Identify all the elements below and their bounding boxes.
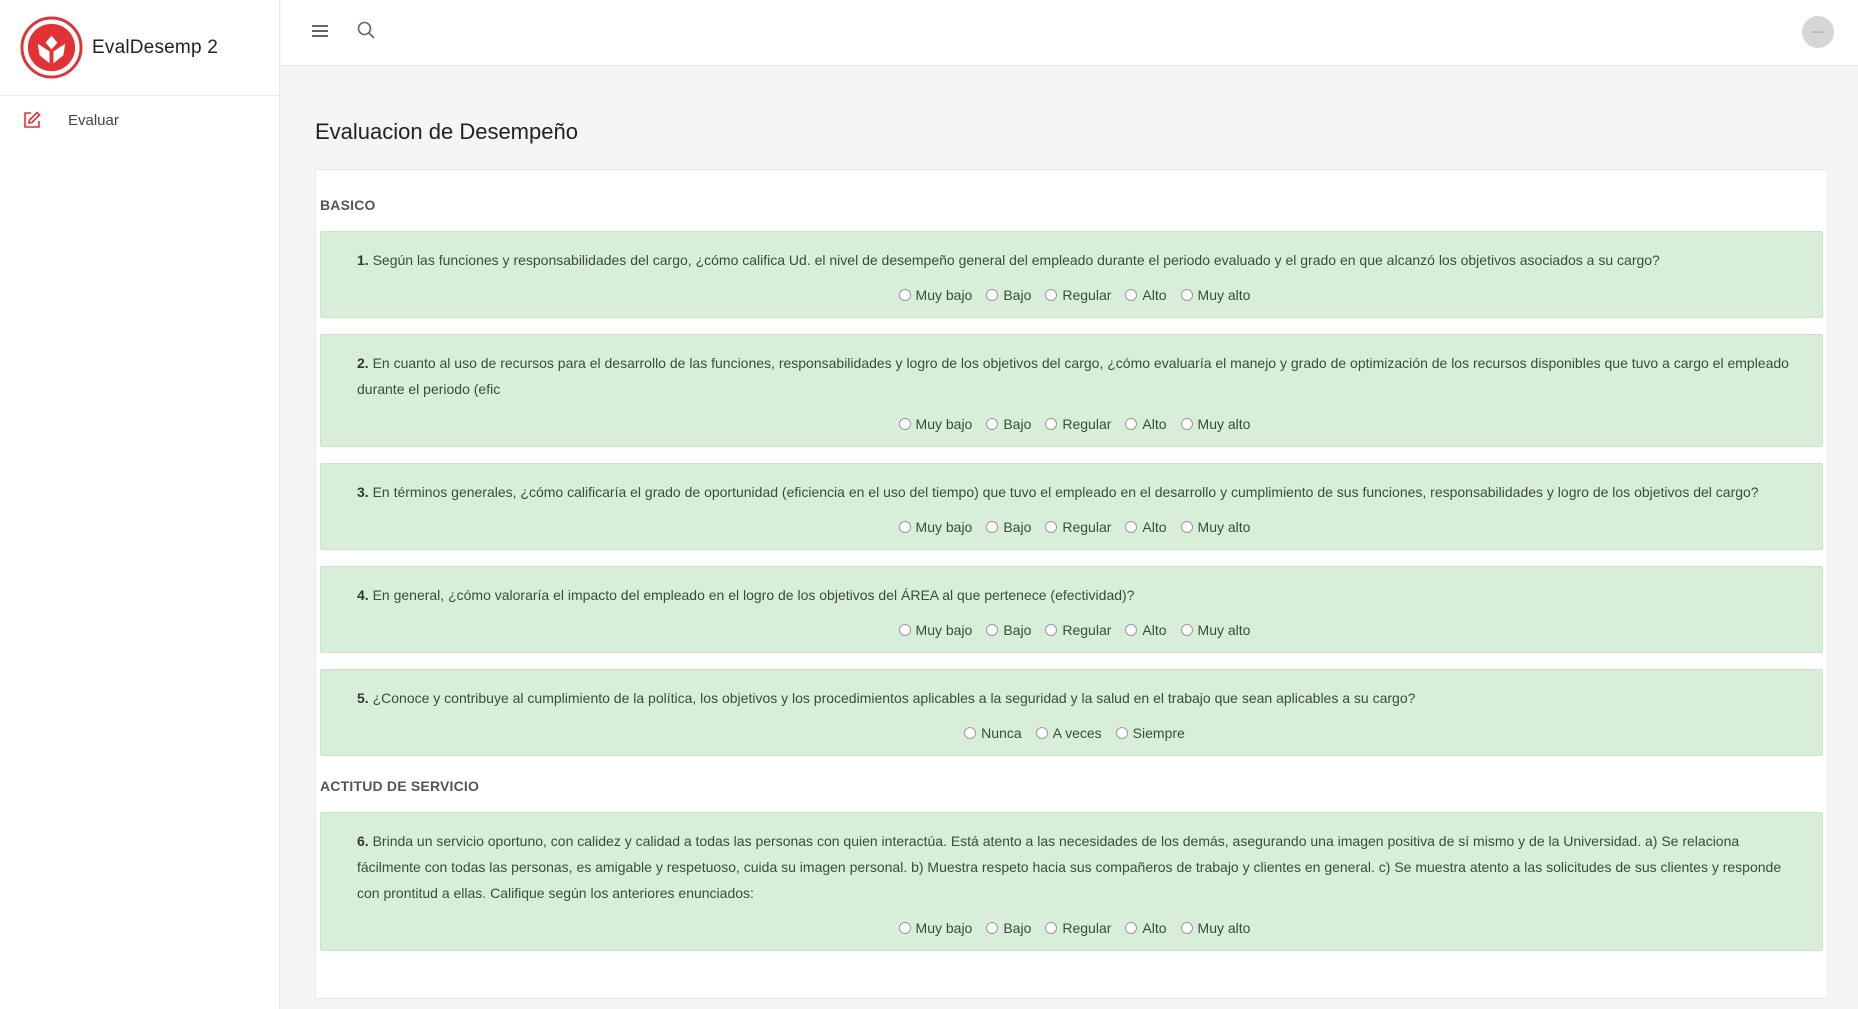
radio-option[interactable]: Regular [1045, 519, 1111, 535]
question-card: 4. En general, ¿cómo valoraría el impact… [320, 566, 1823, 653]
rating-options: Muy bajo Bajo Regular Alto Muy alto [357, 283, 1792, 307]
radio-option[interactable]: Muy bajo [898, 622, 972, 638]
radio-button[interactable] [1125, 624, 1138, 636]
radio-button[interactable] [986, 418, 999, 430]
radio-button[interactable] [1125, 922, 1138, 934]
radio-button[interactable] [986, 624, 999, 636]
radio-button[interactable] [1180, 521, 1193, 533]
radio-option[interactable]: Muy alto [1180, 920, 1250, 936]
brand[interactable]: EvalDesemp 2 [0, 0, 279, 96]
hamburger-icon[interactable] [309, 20, 331, 42]
radio-button[interactable] [1125, 418, 1138, 430]
rating-options: Muy bajo Bajo Regular Alto Muy alto [357, 515, 1792, 539]
radio-button[interactable] [898, 521, 911, 533]
radio-button[interactable] [898, 418, 911, 430]
question-text: En términos generales, ¿cómo calificaría… [372, 484, 1759, 500]
radio-option[interactable]: Bajo [986, 287, 1031, 303]
radio-button[interactable] [1125, 289, 1138, 301]
app-logo-icon [20, 16, 83, 79]
radio-button[interactable] [1035, 727, 1048, 739]
radio-option[interactable]: Bajo [986, 519, 1031, 535]
radio-button[interactable] [898, 922, 911, 934]
sidebar-item-label: Evaluar [68, 111, 119, 129]
frequency-options: Nunca A veces Siempre [357, 721, 1792, 745]
question-text: Según las funciones y responsabilidades … [372, 252, 1660, 268]
question-text: Brinda un servicio oportuno, con calidez… [357, 833, 1782, 901]
radio-button[interactable] [1045, 624, 1058, 636]
question-number: 6. [357, 833, 369, 849]
radio-button[interactable] [1180, 289, 1193, 301]
radio-button[interactable] [898, 624, 911, 636]
rating-options: Muy bajo Bajo Regular Alto Muy alto [357, 618, 1792, 642]
radio-option[interactable]: Bajo [986, 622, 1031, 638]
radio-option[interactable]: Regular [1045, 622, 1111, 638]
question-card: 2. En cuanto al uso de recursos para el … [320, 334, 1823, 447]
radio-option[interactable]: Nunca [964, 725, 1022, 741]
sidebar: EvalDesemp 2 Evaluar [0, 0, 280, 1009]
section-title: ACTITUD DE SERVICIO [320, 778, 480, 794]
question-number: 1. [357, 252, 369, 268]
radio-button[interactable] [1115, 727, 1128, 739]
search-icon[interactable] [355, 19, 377, 41]
main-content: Evaluacion de Desempeño BASICO 1. Según … [281, 67, 1858, 1009]
radio-option[interactable]: Regular [1045, 920, 1111, 936]
app-name: EvalDesemp 2 [92, 36, 218, 58]
avatar[interactable]: --- [1802, 16, 1834, 48]
question-card: 1. Según las funciones y responsabilidad… [320, 231, 1823, 318]
radio-button[interactable] [964, 727, 977, 739]
radio-option[interactable]: Bajo [986, 416, 1031, 432]
radio-option[interactable]: Muy bajo [898, 920, 972, 936]
radio-option[interactable]: Alto [1125, 920, 1167, 936]
radio-option[interactable]: Alto [1125, 287, 1167, 303]
sidebar-nav: Evaluar [0, 96, 279, 144]
radio-option[interactable]: Muy alto [1180, 519, 1250, 535]
question-number: 3. [357, 484, 369, 500]
question-number: 2. [357, 355, 369, 371]
section-title: BASICO [320, 197, 376, 213]
question-text: En general, ¿cómo valoraría el impacto d… [372, 587, 1135, 603]
radio-button[interactable] [986, 289, 999, 301]
radio-option[interactable]: Muy bajo [898, 287, 972, 303]
question-card: 5. ¿Conoce y contribuye al cumplimiento … [320, 669, 1823, 756]
radio-button[interactable] [1180, 922, 1193, 934]
radio-option[interactable]: Regular [1045, 416, 1111, 432]
radio-option[interactable]: Muy bajo [898, 416, 972, 432]
question-card: 3. En términos generales, ¿cómo califica… [320, 463, 1823, 550]
page-title: Evaluacion de Desempeño [315, 119, 578, 144]
radio-option[interactable]: Bajo [986, 920, 1031, 936]
radio-option[interactable]: Alto [1125, 622, 1167, 638]
radio-button[interactable] [1180, 418, 1193, 430]
radio-option[interactable]: Muy alto [1180, 622, 1250, 638]
question-number: 4. [357, 587, 369, 603]
question-number: 5. [357, 690, 369, 706]
edit-icon [22, 110, 42, 130]
radio-option[interactable]: A veces [1035, 725, 1102, 741]
radio-button[interactable] [1045, 922, 1058, 934]
topbar: --- [281, 0, 1858, 66]
radio-option[interactable]: Siempre [1115, 725, 1185, 741]
question-text: ¿Conoce y contribuye al cumplimiento de … [372, 690, 1416, 706]
radio-button[interactable] [1045, 289, 1058, 301]
question-text: En cuanto al uso de recursos para el des… [357, 355, 1789, 397]
rating-options: Muy bajo Bajo Regular Alto Muy alto [357, 412, 1792, 436]
radio-button[interactable] [1045, 418, 1058, 430]
question-card: 6. Brinda un servicio oportuno, con cali… [320, 812, 1823, 951]
evaluation-form: BASICO 1. Según las funciones y responsa… [315, 169, 1828, 999]
radio-option[interactable]: Alto [1125, 416, 1167, 432]
radio-option[interactable]: Muy alto [1180, 287, 1250, 303]
rating-options: Muy bajo Bajo Regular Alto Muy alto [357, 916, 1792, 940]
radio-button[interactable] [986, 521, 999, 533]
radio-option[interactable]: Muy bajo [898, 519, 972, 535]
radio-option[interactable]: Muy alto [1180, 416, 1250, 432]
radio-button[interactable] [1125, 521, 1138, 533]
radio-option[interactable]: Regular [1045, 287, 1111, 303]
radio-button[interactable] [898, 289, 911, 301]
radio-button[interactable] [1045, 521, 1058, 533]
radio-button[interactable] [1180, 624, 1193, 636]
radio-button[interactable] [986, 922, 999, 934]
sidebar-item-evaluar[interactable]: Evaluar [0, 96, 279, 144]
radio-option[interactable]: Alto [1125, 519, 1167, 535]
